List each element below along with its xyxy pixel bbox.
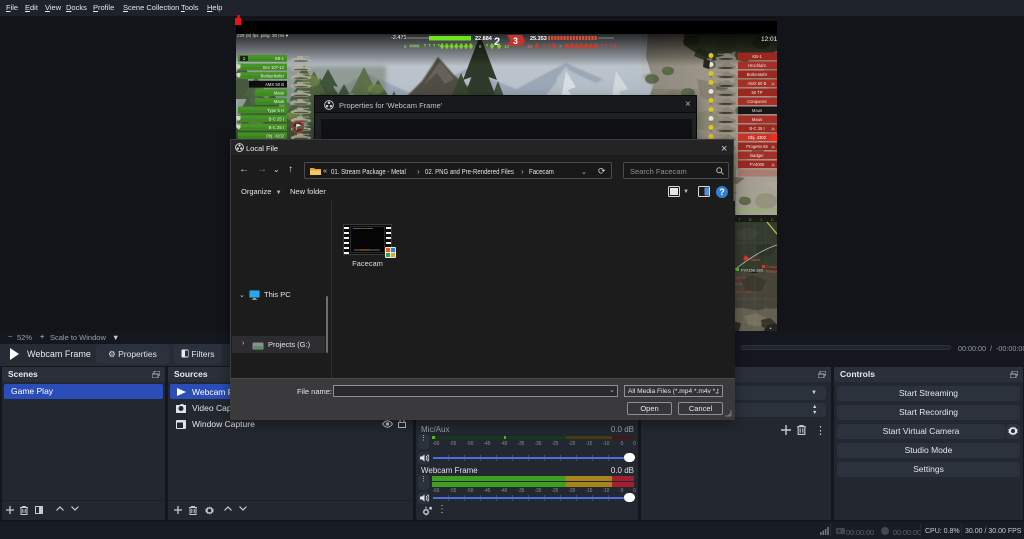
svg-text:Obj. 4302: Obj. 4302 xyxy=(748,135,767,140)
svg-text:C: C xyxy=(760,218,763,222)
svg-text:3: 3 xyxy=(513,36,518,46)
svg-text:Progetto 65: Progetto 65 xyxy=(746,144,768,149)
svg-text:B-C 25 t: B-C 25 t xyxy=(749,126,765,131)
svg-text:B-C 25 t: B-C 25 t xyxy=(269,116,285,121)
svg-text:AMX 50 B: AMX 50 B xyxy=(265,82,284,87)
svg-text:50 TP: 50 TP xyxy=(751,90,762,95)
svg-text:10: 10 xyxy=(527,44,533,49)
svg-text:Maus: Maus xyxy=(752,108,762,113)
svg-text:illbottom (FV215b 183): illbottom (FV215b 183) xyxy=(733,207,777,212)
svg-text:Borisenkofer: Borisenkofer xyxy=(260,73,284,78)
svg-text:-2.471: -2.471 xyxy=(391,35,407,41)
svg-text:TxSupr: TxSupr xyxy=(766,270,777,274)
svg-text:Obj. 4202: Obj. 4202 xyxy=(266,134,285,139)
svg-text:Maus: Maus xyxy=(274,99,284,104)
svg-text:22.884: 22.884 xyxy=(475,36,493,42)
svg-text:Hrochlahr: Hrochlahr xyxy=(748,63,767,68)
svg-text:Conqueror: Conqueror xyxy=(747,99,767,104)
svg-text:D: D xyxy=(771,218,774,222)
svg-text:▲: ▲ xyxy=(769,326,772,330)
svg-text:Sev 107-12: Sev 107-12 xyxy=(263,65,285,70)
svg-text:And: And xyxy=(735,282,742,286)
svg-text:Type 5 H: Type 5 H xyxy=(267,108,284,113)
svg-text:229 (8) fps ping: 30 ms ●: 229 (8) fps ping: 30 ms ● xyxy=(237,33,289,38)
svg-text:B-C 25 t: B-C 25 t xyxy=(269,125,285,130)
svg-text:V8.0-1: V8.0-1 xyxy=(735,276,746,280)
svg-text:KB-1: KB-1 xyxy=(275,56,285,61)
svg-text:25.353: 25.353 xyxy=(530,36,547,42)
svg-text:Conqu: Conqu xyxy=(766,265,777,269)
svg-text:Maus: Maus xyxy=(752,117,762,122)
svg-text:Badger: Badger xyxy=(750,153,764,158)
svg-text:10: 10 xyxy=(504,44,510,49)
svg-text:12:01: 12:01 xyxy=(761,36,777,43)
svg-text:Maus: Maus xyxy=(751,258,760,262)
svg-text:10.0 - 25 t: 10.0 - 25 t xyxy=(735,290,753,294)
svg-text:FV4005: FV4005 xyxy=(750,162,765,167)
svg-text:FV215b 183: FV215b 183 xyxy=(741,268,764,273)
svg-text:KB-1: KB-1 xyxy=(752,54,762,59)
svg-text:Borkentahr: Borkentahr xyxy=(747,72,768,77)
svg-text:?: ? xyxy=(719,187,725,197)
svg-text:AMX 50 B: AMX 50 B xyxy=(748,81,767,86)
svg-text:Maus: Maus xyxy=(274,91,284,96)
